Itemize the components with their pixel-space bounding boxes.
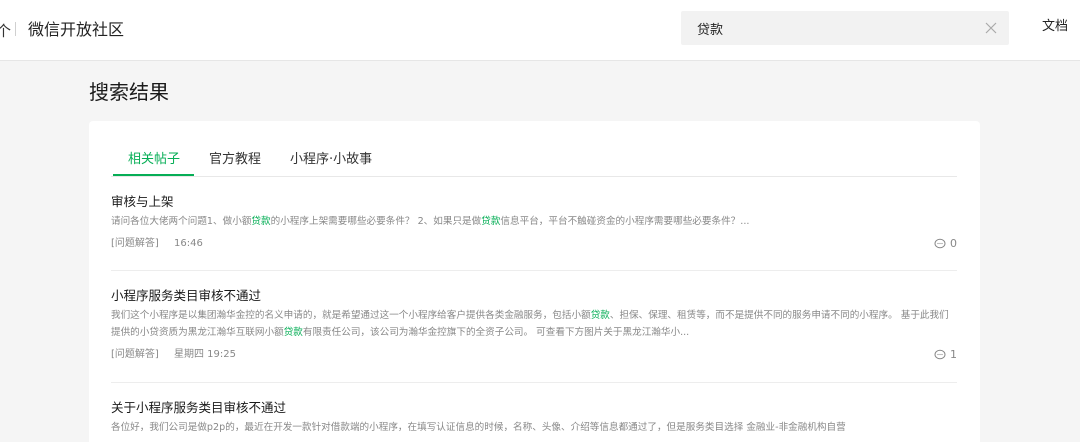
tab-mini-program-stories[interactable]: 小程序·小故事 [290, 151, 372, 169]
post-item[interactable]: 关于小程序服务类目审核不通过 各位好，我们公司是做p2p的，最近在开发一款针对借… [111, 399, 957, 436]
post-title[interactable]: 审核与上架 [111, 193, 957, 211]
post-item[interactable]: 小程序服务类目审核不通过 我们这个小程序是以集团瀚华金控的名义申请的，就是希望通… [111, 287, 957, 363]
site-title[interactable]: 微信开放社区 [28, 19, 124, 41]
active-tab-indicator [113, 174, 194, 176]
post-divider [111, 270, 957, 271]
post-category-tag[interactable]: [问题解答] [111, 238, 159, 249]
excerpt-text: 有限责任公司，该公司为瀚华金控旗下的全资子公司。 可查看下方图片关于黑龙江瀚华小… [302, 327, 690, 338]
post-divider [111, 382, 957, 383]
post-time: 星期四 19:25 [174, 349, 236, 360]
post-item[interactable]: 审核与上架 请问各位大佬两个问题1、做小额贷款的小程序上架需要哪些必要条件？ 2… [111, 193, 957, 252]
title-separator [15, 22, 16, 36]
excerpt-text: 的小程序上架需要哪些必要条件？ 2、如果只是做 [270, 216, 482, 227]
docs-link[interactable]: 文档 [1042, 18, 1068, 36]
search-input[interactable] [697, 11, 977, 45]
post-title[interactable]: 小程序服务类目审核不通过 [111, 287, 957, 305]
excerpt-text: 各位好，我们公司是做p2p的，最近在开发一款针对借款端的小程序，在填写认证信息的… [111, 422, 846, 433]
excerpt-text: 请问各位大佬两个问题1、做小额 [111, 216, 252, 227]
comment-count-value: 1 [950, 348, 957, 361]
result-tabs: 相关帖子 官方教程 小程序·小故事 [111, 149, 957, 177]
keyword-highlight: 贷款 [251, 216, 271, 227]
post-time: 16:46 [174, 238, 203, 249]
tab-related-posts[interactable]: 相关帖子 [128, 151, 180, 169]
clear-icon[interactable] [985, 22, 997, 34]
post-excerpt: 各位好，我们公司是做p2p的，最近在开发一款针对借款端的小程序，在填写认证信息的… [111, 419, 957, 436]
post-excerpt: 我们这个小程序是以集团瀚华金控的名义申请的，就是希望通过这一个小程序给客户提供各… [111, 307, 957, 341]
keyword-highlight: 贷款 [283, 327, 303, 338]
post-excerpt: 请问各位大佬两个问题1、做小额贷款的小程序上架需要哪些必要条件？ 2、如果只是做… [111, 213, 957, 230]
tab-official-tutorials[interactable]: 官方教程 [209, 151, 261, 169]
post-title[interactable]: 关于小程序服务类目审核不通过 [111, 399, 957, 417]
comment-count: 0 [934, 236, 957, 252]
post-meta: [问题解答] 16:46 0 [111, 236, 957, 252]
comment-icon [934, 349, 946, 360]
search-box[interactable] [681, 11, 1009, 45]
post-meta: [问题解答] 星期四 19:25 1 [111, 347, 957, 363]
comment-count-value: 0 [950, 237, 957, 250]
logo-fragment[interactable]: 个 [0, 20, 11, 41]
top-nav-bar: 个 微信开放社区 文档 [0, 0, 1080, 61]
excerpt-text: 信息平台，平台不触碰资金的小程序需要哪些必要条件？... [500, 216, 750, 227]
excerpt-text: 我们这个小程序是以集团瀚华金控的名义申请的，就是希望通过这一个小程序给客户提供各… [111, 310, 591, 321]
page-title: 搜索结果 [89, 80, 169, 104]
keyword-highlight: 贷款 [481, 216, 501, 227]
comment-icon [934, 238, 946, 249]
keyword-highlight: 贷款 [590, 310, 610, 321]
post-category-tag[interactable]: [问题解答] [111, 349, 159, 360]
comment-count: 1 [934, 347, 957, 363]
results-card: 相关帖子 官方教程 小程序·小故事 审核与上架 请问各位大佬两个问题1、做小额贷… [89, 121, 980, 442]
